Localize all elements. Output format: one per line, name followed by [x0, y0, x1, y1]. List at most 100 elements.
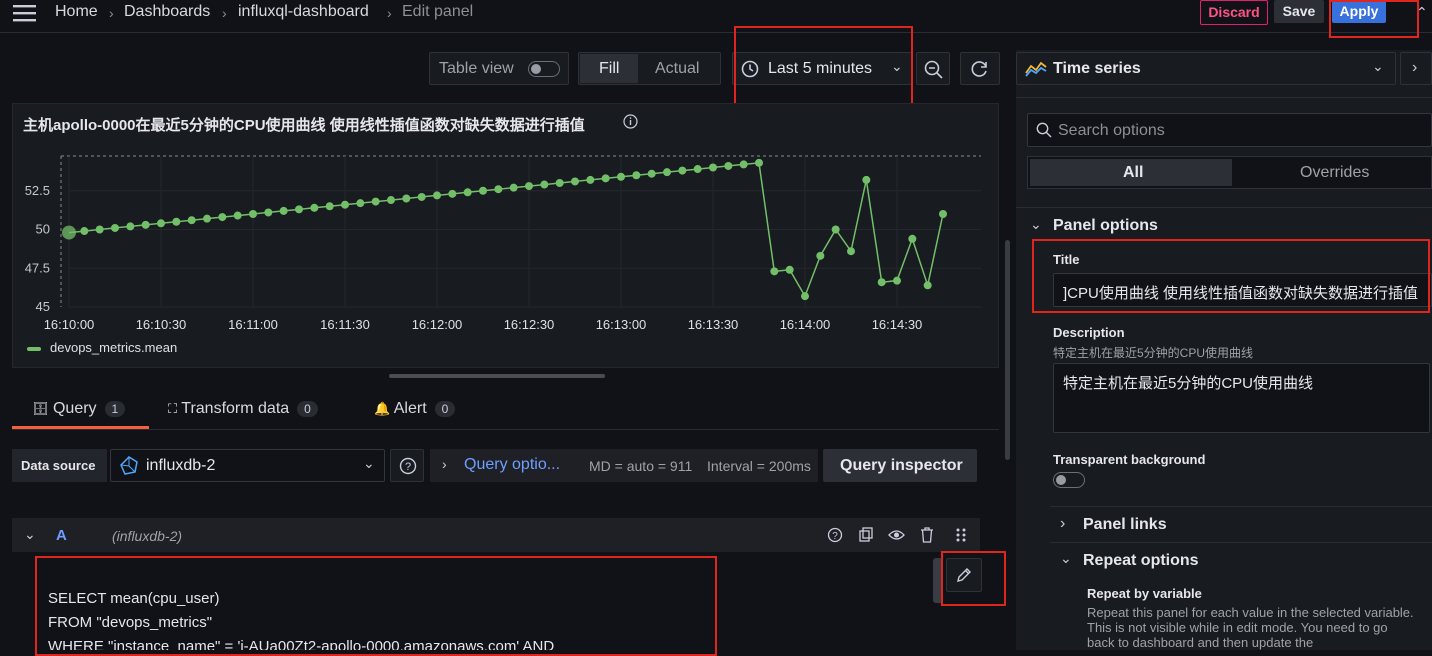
breadcrumb-dashboards[interactable]: Dashboards — [124, 3, 210, 21]
data-point — [463, 188, 472, 197]
tab-all[interactable]: All — [1123, 164, 1143, 182]
data-point — [341, 200, 349, 209]
query-line: WHERE "instance_name" = 'i-AUa00Zt2-apol… — [48, 638, 555, 650]
tab-overrides[interactable]: Overrides — [1300, 164, 1369, 182]
data-point — [172, 217, 181, 226]
time-series-chart[interactable]: 45 47.5 50 52.5 16:10:00 16:10:30 16:11:00 16:1… — [13, 104, 998, 367]
visualization-picker[interactable]: Time series ⌄ — [1016, 52, 1396, 85]
y-tick-label: 47.5 — [25, 260, 50, 275]
top-bar: Home › Dashboards › influxql-dashboard ›… — [0, 0, 1432, 33]
x-tick-label: 16:10:00 — [44, 317, 95, 332]
tab-alert[interactable]: 🔔 Alert 0 — [374, 400, 456, 418]
data-point — [479, 186, 487, 195]
fill-option[interactable]: Fill — [599, 60, 619, 78]
table-view-label: Table view — [439, 60, 514, 77]
breadcrumb-current: Edit panel — [402, 3, 474, 20]
zoom-out-button[interactable] — [916, 52, 950, 85]
tab-transform[interactable]: ⛶ Transform data 0 — [168, 400, 318, 418]
menu-icon[interactable] — [13, 4, 37, 22]
editor-scrollbar[interactable] — [933, 558, 943, 603]
data-point — [663, 168, 671, 177]
chevron-right-icon[interactable]: › — [1060, 515, 1065, 533]
query-options-bar[interactable]: › Query optio... MD = auto = 911 Interva… — [430, 449, 818, 482]
save-button[interactable]: Save — [1274, 0, 1324, 23]
query-ref-id[interactable]: A — [56, 527, 67, 544]
chevron-right-icon: › — [109, 5, 114, 21]
chevron-right-icon: › — [442, 456, 447, 472]
breadcrumb-home[interactable]: Home — [55, 3, 98, 21]
chevron-down-icon[interactable]: ⌄ — [1060, 550, 1072, 567]
query-row-header: ⌄ A (influxdb-2) ? — [12, 518, 980, 552]
data-point — [893, 276, 901, 285]
refresh-button[interactable] — [960, 52, 1000, 85]
search-options-input[interactable]: Search options — [1027, 113, 1432, 147]
datasource-label-box: Data source — [12, 449, 107, 482]
tab-query-count: 1 — [104, 401, 126, 417]
title-label: Title — [1053, 252, 1080, 267]
x-tick-label: 16:11:00 — [228, 317, 278, 332]
data-point — [325, 202, 334, 211]
chevron-up-icon[interactable]: ⌃ — [1416, 4, 1428, 21]
query-inspector-button[interactable]: Query inspector — [823, 449, 977, 482]
editor-pane-scrollbar[interactable] — [1005, 240, 1010, 460]
collapse-options-button[interactable]: › — [1400, 52, 1432, 85]
data-point — [678, 166, 687, 175]
transparent-label: Transparent background — [1053, 452, 1206, 467]
legend-item[interactable]: devops_metrics.mean — [50, 340, 177, 355]
data-point — [801, 292, 809, 301]
max-data-points: MD = auto = 911 — [589, 458, 693, 474]
drag-handle-icon[interactable] — [955, 527, 967, 546]
table-view-toggle-group[interactable]: Table view — [429, 52, 569, 85]
query-datasource-name: (influxdb-2) — [112, 528, 183, 544]
chevron-down-icon[interactable]: ⌄ — [24, 526, 36, 543]
tab-alert-count: 0 — [434, 401, 456, 417]
chevron-down-icon: ⌄ — [891, 58, 903, 74]
x-tick-label: 16:14:30 — [872, 317, 923, 332]
x-tick-label: 16:13:00 — [596, 317, 647, 332]
data-point — [80, 227, 89, 236]
chevron-down-icon[interactable]: ⌄ — [1030, 216, 1042, 233]
data-point — [586, 175, 595, 184]
apply-button[interactable]: Apply — [1332, 0, 1386, 23]
title-input[interactable]: ]CPU使用曲线 使用线性插值函数对缺失数据进行插值 — [1053, 273, 1432, 307]
breadcrumb-dashboard[interactable]: influxql-dashboard — [238, 3, 369, 21]
datasource-help-button[interactable]: ? — [390, 449, 424, 482]
query-editor[interactable]: SELECT mean(cpu_user) FROM "devops_metri… — [36, 558, 946, 650]
pane-divider — [1050, 542, 1432, 543]
duplicate-icon[interactable] — [858, 527, 874, 546]
time-range-picker[interactable]: Last 5 minutes ⌄ — [732, 52, 912, 85]
data-point — [157, 219, 165, 228]
data-point — [555, 179, 564, 187]
x-tick-label: 16:13:30 — [688, 317, 739, 332]
data-point — [525, 182, 533, 191]
data-point — [647, 169, 656, 178]
search-icon — [1036, 122, 1052, 141]
data-point — [908, 234, 917, 243]
data-point — [770, 267, 779, 276]
time-series-icon — [1025, 60, 1047, 81]
tab-query[interactable]: 🗄 Query 1 — [32, 400, 126, 418]
panel-resize-handle[interactable] — [389, 374, 605, 378]
data-point — [356, 199, 365, 208]
eye-icon[interactable] — [888, 527, 905, 546]
panel-links-header[interactable]: Panel links — [1083, 516, 1167, 534]
table-view-toggle[interactable] — [528, 61, 560, 77]
data-point — [724, 161, 733, 170]
repeat-options-header[interactable]: Repeat options — [1083, 552, 1199, 570]
panel-options-header[interactable]: Panel options — [1053, 217, 1158, 235]
transparent-toggle[interactable] — [1053, 472, 1085, 488]
help-icon[interactable]: ? — [827, 527, 843, 546]
zoom-out-icon — [924, 60, 944, 83]
query-options-label[interactable]: Query optio... — [464, 456, 560, 474]
data-point — [417, 192, 426, 201]
edit-query-button[interactable] — [946, 558, 982, 592]
actual-option[interactable]: Actual — [655, 60, 699, 78]
y-tick-label: 45 — [36, 299, 50, 314]
datasource-select[interactable]: influxdb-2 ⌄ — [110, 449, 385, 482]
discard-button[interactable]: Discard — [1200, 0, 1268, 25]
trash-icon[interactable] — [919, 527, 935, 546]
x-tick-label: 16:11:30 — [320, 317, 370, 332]
time-range-label: Last 5 minutes — [768, 60, 873, 77]
description-textarea[interactable]: 特定主机在最近5分钟的CPU使用曲线 — [1053, 363, 1430, 433]
query-text[interactable]: SELECT mean(cpu_user) FROM "devops_metri… — [48, 587, 554, 650]
